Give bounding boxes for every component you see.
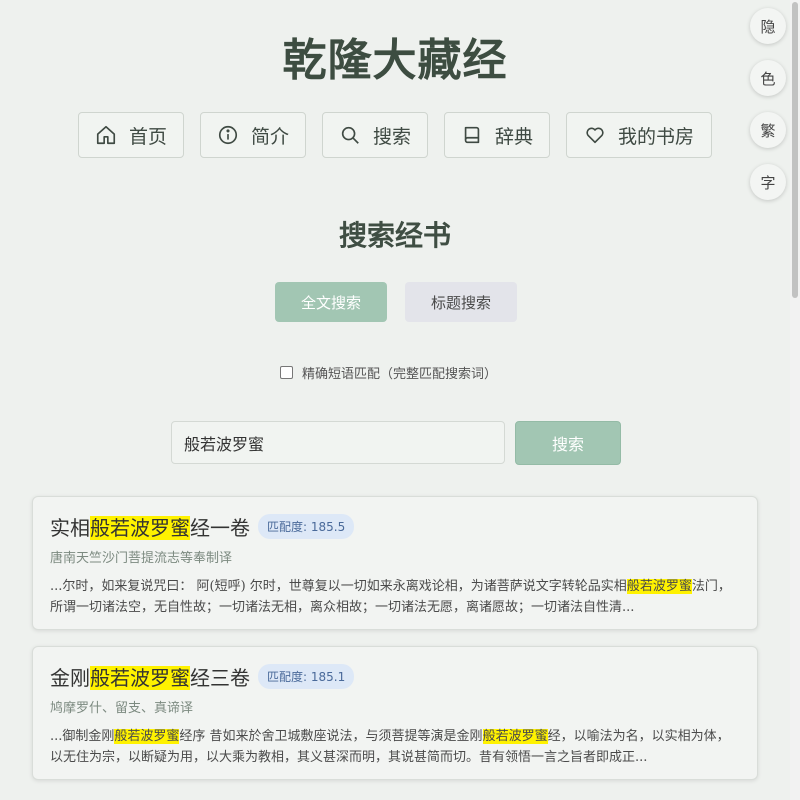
home-icon xyxy=(95,124,117,146)
info-icon xyxy=(217,124,239,146)
nav-search-button[interactable]: 搜索 xyxy=(322,112,428,158)
page: 乾隆大藏经 首页 简介 搜索 辞典 我的书房 搜索经书 全文搜索 标题搜索 精确… xyxy=(0,0,790,800)
nav-intro-label: 简介 xyxy=(250,125,289,148)
app-title: 乾隆大藏经 xyxy=(282,35,508,86)
result-snippet: ...御制金刚般若波罗蜜经序 昔如来於舍卫城敷座说法，与须菩提等演是金刚般若波罗… xyxy=(50,729,730,765)
result-snippet: ...尔时，如来复说咒曰： 阿(短呼) 尔时，世尊复以一切如来永离戏论相，为诸菩… xyxy=(50,579,731,615)
side-toolbar: 隐 色 繁 字 xyxy=(750,8,786,200)
heart-icon xyxy=(584,124,606,146)
hide-toggle-button[interactable]: 隐 xyxy=(750,8,786,44)
search-row: 般若波罗蜜 搜索 xyxy=(171,421,621,465)
exact-match-label: 精确短语匹配（完整匹配搜索词） xyxy=(302,367,498,382)
nav-shelf-button[interactable]: 我的书房 xyxy=(566,112,712,158)
result-card[interactable]: 实相般若波罗蜜经一卷 匹配度: 185.5 唐南天竺沙门菩提流志等奉制译 ...… xyxy=(32,496,758,630)
nav-search-label: 搜索 xyxy=(372,125,411,148)
result-title[interactable]: 金刚般若波罗蜜经三卷 xyxy=(50,662,250,691)
nav-shelf-label: 我的书房 xyxy=(617,125,694,148)
section-title: 搜索经书 xyxy=(338,219,451,252)
nav-home-button[interactable]: 首页 xyxy=(78,112,184,158)
nav-home-label: 首页 xyxy=(128,125,167,148)
main-nav: 首页 简介 搜索 辞典 我的书房 xyxy=(78,112,712,158)
search-submit-button[interactable]: 搜索 xyxy=(515,421,621,465)
fulltext-search-tab[interactable]: 全文搜索 xyxy=(275,282,387,322)
exact-match-option[interactable]: 精确短语匹配（完整匹配搜索词） xyxy=(280,363,497,382)
search-input[interactable]: 般若波罗蜜 xyxy=(171,421,505,464)
result-card[interactable]: 金刚般若波罗蜜经三卷 匹配度: 185.1 鸠摩罗什、留支、真谛译 ...御制金… xyxy=(32,646,758,780)
exact-match-checkbox[interactable] xyxy=(280,366,293,379)
match-score-badge: 匹配度: 185.1 xyxy=(258,663,355,689)
book-icon xyxy=(461,124,483,146)
nav-intro-button[interactable]: 简介 xyxy=(200,112,306,158)
result-translator: 唐南天竺沙门菩提流志等奉制译 xyxy=(50,551,233,566)
search-icon xyxy=(339,124,361,146)
result-title[interactable]: 实相般若波罗蜜经一卷 xyxy=(50,512,250,541)
nav-dict-button[interactable]: 辞典 xyxy=(444,112,550,158)
title-search-tab[interactable]: 标题搜索 xyxy=(405,282,517,322)
color-theme-button[interactable]: 色 xyxy=(750,60,786,96)
scrollbar-thumb[interactable] xyxy=(792,2,798,298)
traditional-chinese-button[interactable]: 繁 xyxy=(750,112,786,148)
result-translator: 鸠摩罗什、留支、真谛译 xyxy=(50,701,194,716)
scrollbar[interactable] xyxy=(790,0,800,800)
search-mode-toggle: 全文搜索 标题搜索 xyxy=(275,282,517,322)
font-size-button[interactable]: 字 xyxy=(750,164,786,200)
nav-dict-label: 辞典 xyxy=(494,125,533,148)
match-score-badge: 匹配度: 185.5 xyxy=(258,513,355,539)
